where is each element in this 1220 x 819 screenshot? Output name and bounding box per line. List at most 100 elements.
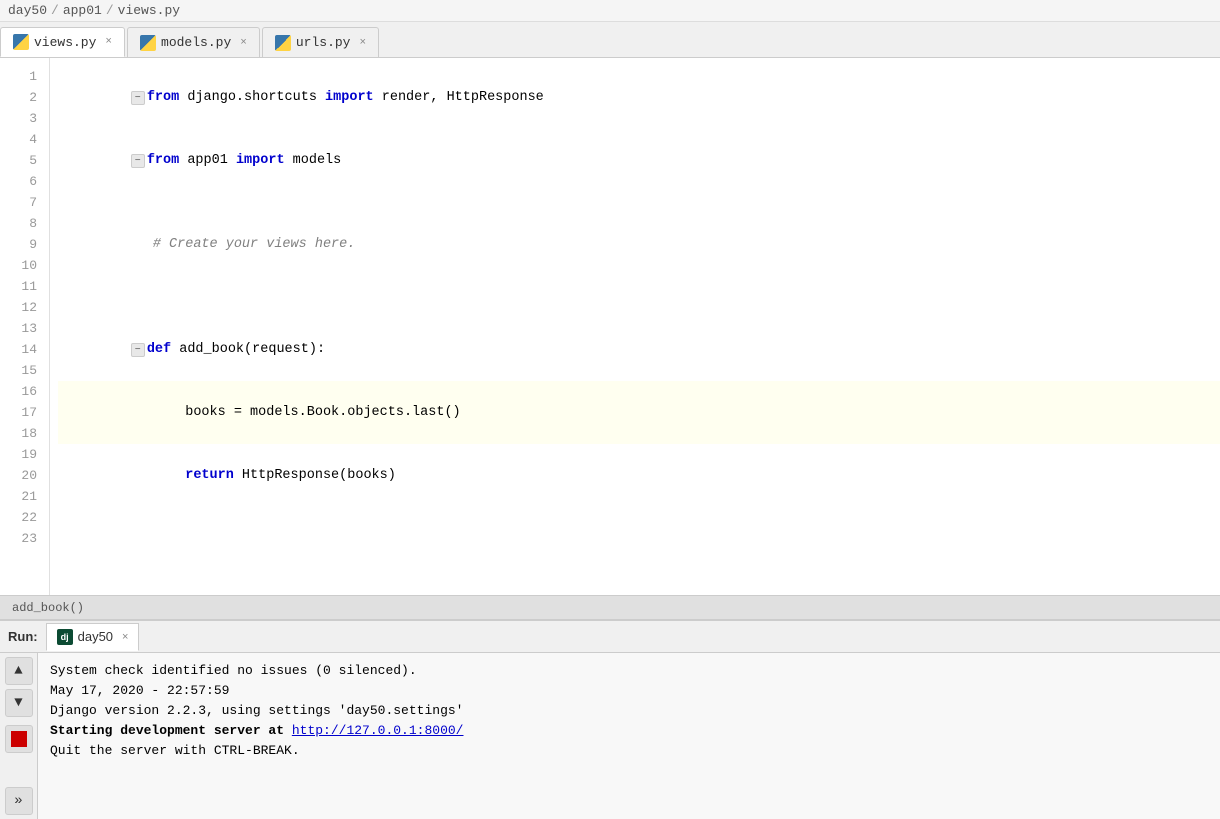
- line-num-5: 5: [0, 150, 49, 171]
- breadcrumb-item-2[interactable]: app01: [63, 3, 102, 18]
- server-url-link[interactable]: http://127.0.0.1:8000/: [292, 723, 464, 738]
- kw-from-1: from: [147, 90, 179, 105]
- line-num-23: 23: [0, 528, 49, 549]
- tab-urls-py-close[interactable]: ×: [359, 37, 366, 49]
- line-num-9: 9: [0, 234, 49, 255]
- code-line-4: # Create your views here.: [58, 213, 1220, 276]
- code-editor[interactable]: 1 2 3 4 5 6 7 8 9 10 11 12 13 14 15 16 1…: [0, 58, 1220, 595]
- code-line-12: [58, 549, 1220, 570]
- code-line-2: −from app01 import models: [58, 129, 1220, 192]
- kw-def-7: def: [147, 342, 171, 357]
- code-line-9: return HttpResponse(books): [58, 444, 1220, 507]
- code-line-3: [58, 192, 1220, 213]
- line-num-10: 10: [0, 255, 49, 276]
- python-icon-models: [140, 35, 156, 51]
- tab-views-py-label: views.py: [34, 35, 96, 50]
- fold-2[interactable]: −: [131, 154, 145, 168]
- line-num-17: 17: [0, 402, 49, 423]
- line-num-3: 3: [0, 108, 49, 129]
- line-num-21: 21: [0, 486, 49, 507]
- line-num-15: 15: [0, 360, 49, 381]
- line-num-20: 20: [0, 465, 49, 486]
- line-num-6: 6: [0, 171, 49, 192]
- line-num-11: 11: [0, 276, 49, 297]
- code-8-normal: books = models.Book.objects.last(): [153, 405, 461, 420]
- code-2-normal-2: models: [285, 153, 342, 168]
- tab-models-py[interactable]: models.py ×: [127, 27, 260, 57]
- output-line-3: Django version 2.2.3, using settings 'da…: [50, 701, 1208, 721]
- tab-views-py-close[interactable]: ×: [105, 36, 112, 48]
- code-line-5: [58, 276, 1220, 297]
- python-icon-views: [13, 34, 29, 50]
- run-tab-label: day50: [78, 629, 113, 644]
- line-num-2: 2: [0, 87, 49, 108]
- code-9-indent: [153, 468, 185, 483]
- line-num-14: 14: [0, 339, 49, 360]
- run-panel-header: Run: dj day50 ×: [0, 621, 1220, 653]
- kw-import-2: import: [236, 153, 285, 168]
- code-line-10: [58, 507, 1220, 528]
- breadcrumb-sep-2: /: [106, 3, 114, 18]
- line-num-7: 7: [0, 192, 49, 213]
- code-line-1: −from django.shortcuts import render, Ht…: [58, 66, 1220, 129]
- django-icon: dj: [57, 629, 73, 645]
- code-1-normal-2: render, HttpResponse: [374, 90, 544, 105]
- code-line-6: [58, 297, 1220, 318]
- code-line-11: [58, 528, 1220, 549]
- stop-button[interactable]: [5, 725, 33, 753]
- kw-return-9: return: [185, 468, 234, 483]
- line-num-12: 12: [0, 297, 49, 318]
- breadcrumb-item-1[interactable]: day50: [8, 3, 47, 18]
- run-tab-close[interactable]: ×: [122, 631, 128, 643]
- fold-7[interactable]: −: [131, 343, 145, 357]
- line-num-22: 22: [0, 507, 49, 528]
- run-sidebar: ▲ ▼ »: [0, 653, 38, 819]
- output-line-2: May 17, 2020 - 22:57:59: [50, 681, 1208, 701]
- expand-button[interactable]: »: [5, 787, 33, 815]
- code-2-normal-1: app01: [179, 153, 236, 168]
- code-1-normal-1: django.shortcuts: [179, 90, 325, 105]
- python-icon-urls: [275, 35, 291, 51]
- scroll-up-button[interactable]: ▲: [5, 657, 33, 685]
- output-line-1: System check identified no issues (0 sil…: [50, 661, 1208, 681]
- line-num-8: 8: [0, 213, 49, 234]
- breadcrumb: day50 / app01 / views.py: [0, 0, 1220, 22]
- run-panel: Run: dj day50 × ▲ ▼ » System check ident…: [0, 619, 1220, 819]
- line-num-13: 13: [0, 318, 49, 339]
- run-panel-body: ▲ ▼ » System check identified no issues …: [0, 653, 1220, 819]
- code-line-8: books = models.Book.objects.last(): [58, 381, 1220, 444]
- code-line-7: −def add_book(request):: [58, 318, 1220, 381]
- code-line-13: [58, 570, 1220, 591]
- line-numbers: 1 2 3 4 5 6 7 8 9 10 11 12 13 14 15 16 1…: [0, 58, 50, 595]
- tab-urls-py[interactable]: urls.py ×: [262, 27, 379, 57]
- run-output: System check identified no issues (0 sil…: [38, 653, 1220, 819]
- status-text: add_book(): [12, 601, 84, 615]
- output-line-5: Quit the server with CTRL-BREAK.: [50, 741, 1208, 761]
- line-num-1: 1: [0, 66, 49, 87]
- run-label: Run:: [0, 629, 46, 644]
- line-num-19: 19: [0, 444, 49, 465]
- editor-area: 1 2 3 4 5 6 7 8 9 10 11 12 13 14 15 16 1…: [0, 58, 1220, 619]
- breadcrumb-item-3[interactable]: views.py: [118, 3, 180, 18]
- breadcrumb-sep-1: /: [51, 3, 59, 18]
- scroll-down-button[interactable]: ▼: [5, 689, 33, 717]
- tab-views-py[interactable]: views.py ×: [0, 27, 125, 57]
- code-7-normal: add_book(request):: [171, 342, 325, 357]
- tab-urls-py-label: urls.py: [296, 35, 351, 50]
- line-num-18: 18: [0, 423, 49, 444]
- kw-import-1: import: [325, 90, 374, 105]
- code-9-normal: HttpResponse(books): [234, 468, 396, 483]
- stop-icon: [11, 731, 27, 747]
- run-tab-day50[interactable]: dj day50 ×: [46, 623, 140, 651]
- fold-1[interactable]: −: [131, 91, 145, 105]
- tab-models-py-close[interactable]: ×: [240, 37, 247, 49]
- code-4-comment: # Create your views here.: [153, 237, 356, 252]
- tab-bar: views.py × models.py × urls.py ×: [0, 22, 1220, 58]
- status-bar: add_book(): [0, 595, 1220, 619]
- kw-from-2: from: [147, 153, 179, 168]
- code-content[interactable]: −from django.shortcuts import render, Ht…: [50, 58, 1220, 595]
- output-line-4: Starting development server at http://12…: [50, 721, 1208, 741]
- line-num-4: 4: [0, 129, 49, 150]
- tab-models-py-label: models.py: [161, 35, 231, 50]
- line-num-16: 16: [0, 381, 49, 402]
